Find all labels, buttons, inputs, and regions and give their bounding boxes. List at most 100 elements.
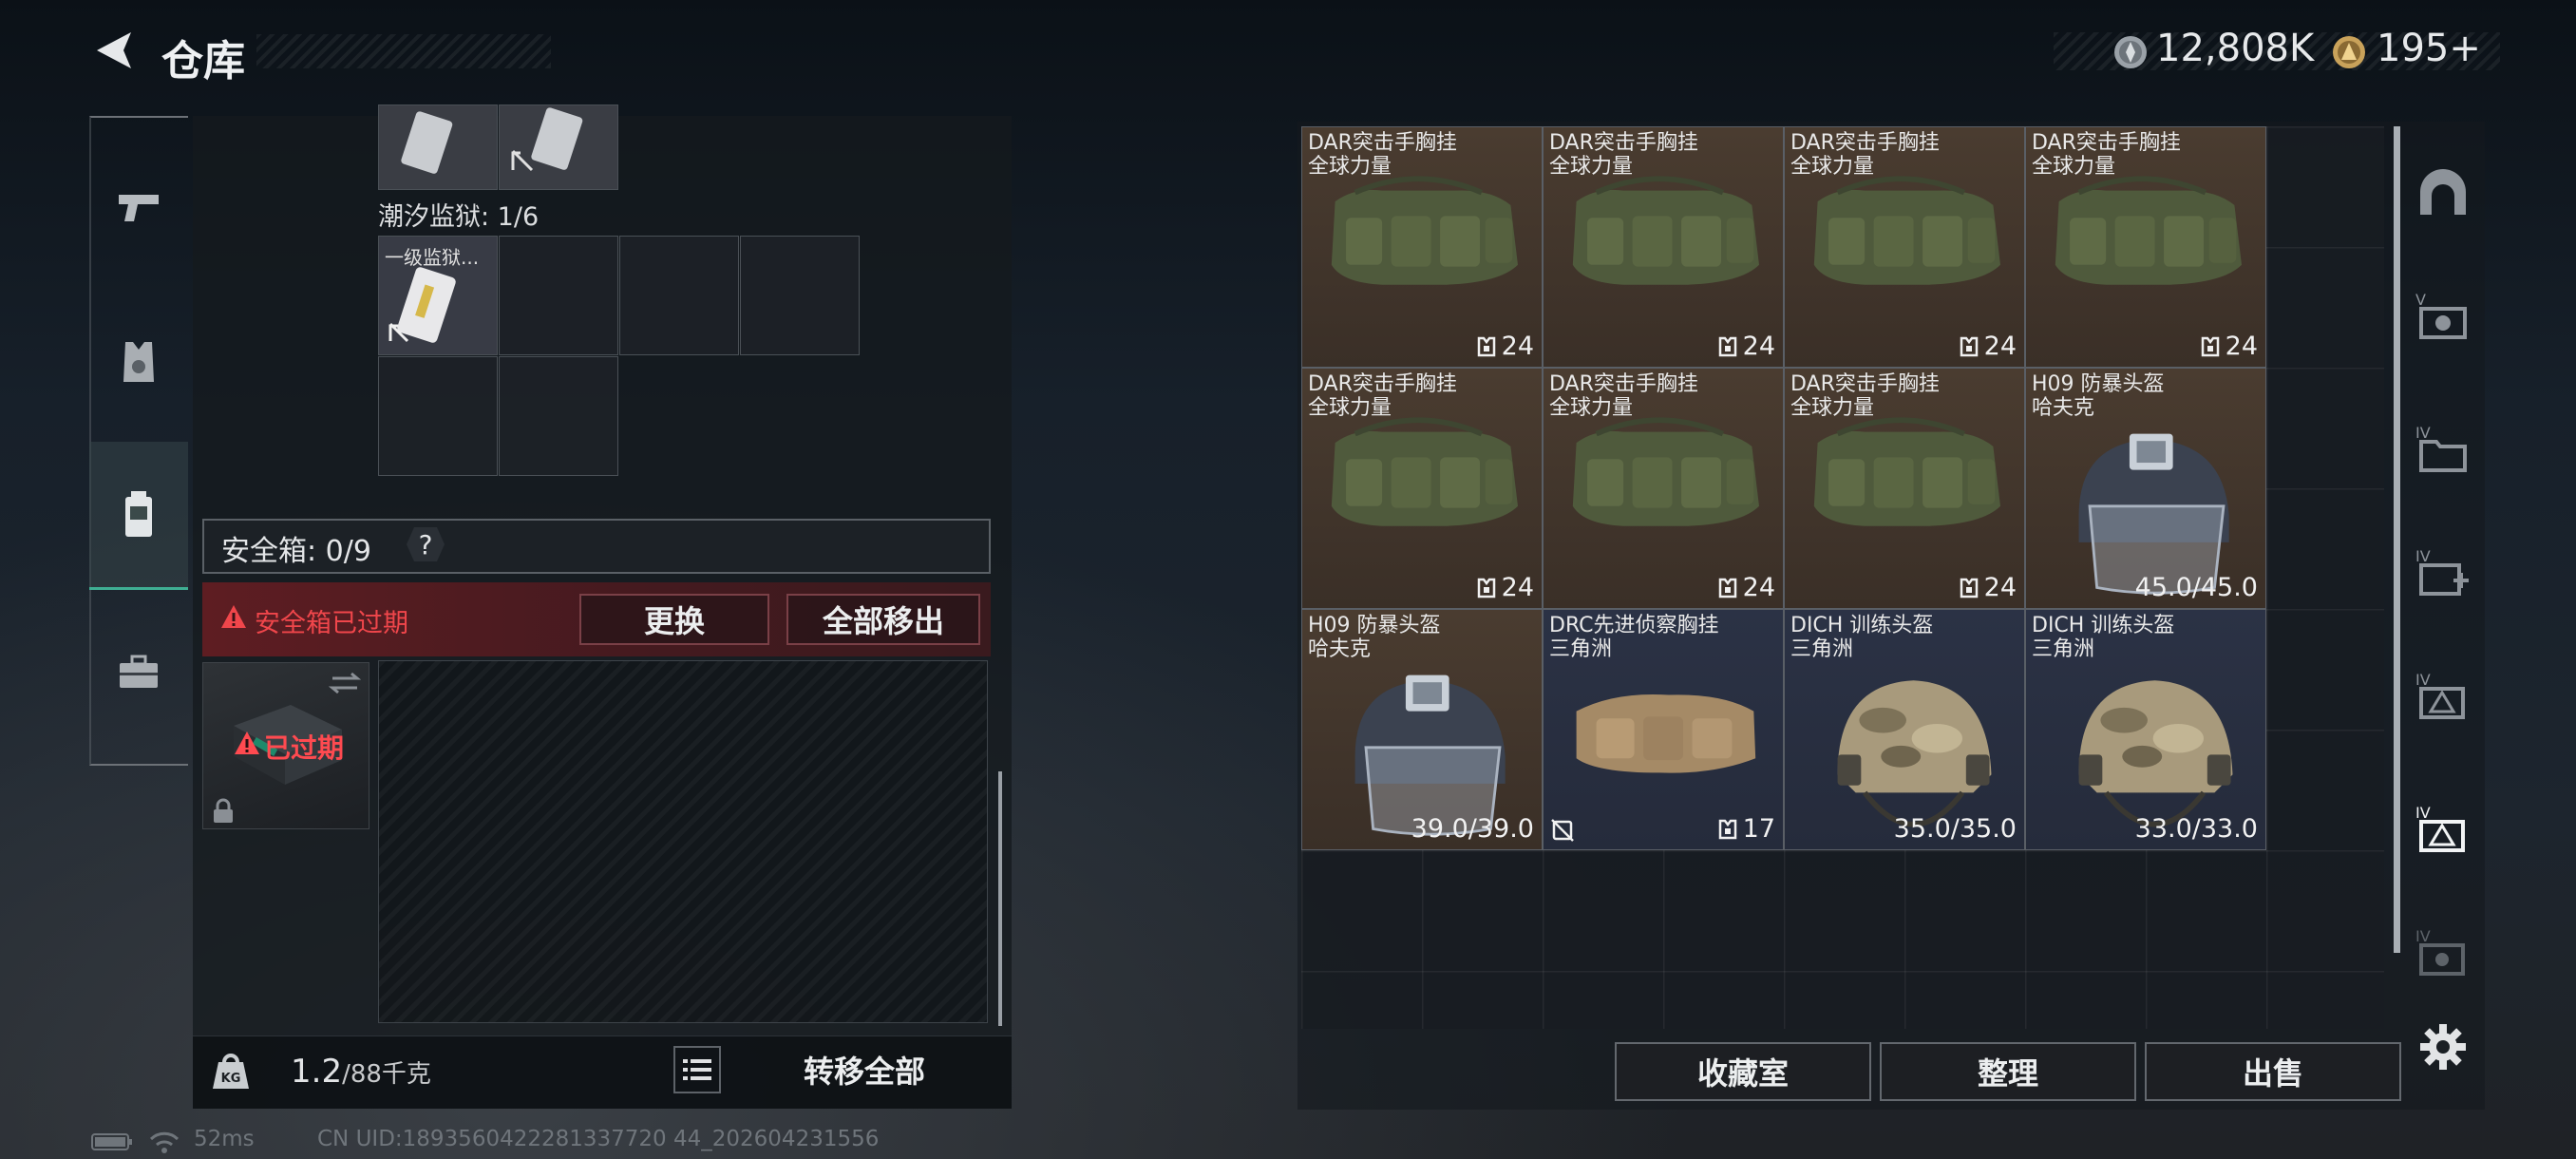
stash-item[interactable]: DAR突击手胸挂 全球力量 24 [1543,368,1784,609]
silver-coin-icon [2114,36,2147,68]
triangle-iv-active-icon: IV [2415,804,2465,852]
settings-button[interactable] [2409,1013,2477,1081]
list-view-button[interactable] [673,1046,721,1093]
swap-icon[interactable] [329,671,361,695]
item-name: DAR突击手胸挂 全球力量 [1308,372,1457,420]
item-title: DICH 训练头盔 [2032,614,2175,637]
gold-coin-icon [2333,36,2365,68]
svg-text:IV: IV [2415,671,2431,689]
grid-slot[interactable] [499,236,618,355]
grid-slot[interactable] [619,236,739,355]
item-brand: 全球力量 [1790,396,1875,420]
side-tab-triangle[interactable]: IV [2409,661,2477,730]
page-title: 仓库 [161,37,245,86]
item-value: 39.0/39.0 [1411,814,1534,844]
grid-slot-key[interactable]: 一级监狱... [378,236,498,355]
chest-rig-icon [1572,176,1759,285]
chest-rig-icon [1813,176,2000,285]
grid-slot[interactable] [378,356,498,476]
svg-text:IV: IV [2415,927,2431,945]
capacity-icon [1960,336,1978,356]
grid-slot[interactable] [499,356,618,476]
stash-item[interactable]: H09 防暴头盔 哈夫克 45.0/45.0 [2025,368,2266,609]
item-title: DAR突击手胸挂 [1308,131,1457,155]
triangle-iv-icon: IV [2415,671,2465,719]
helmet-icon [1354,674,1506,836]
no-trade-icon [1551,819,1574,842]
item-name: DRC先进侦察胸挂 三角洲 [1549,614,1719,661]
item-title: DRC先进侦察胸挂 [1549,614,1719,637]
max-weight: /88千克 [342,1060,431,1089]
briefcase-icon [120,655,158,688]
tab-armor[interactable] [89,310,188,414]
side-tab-storage[interactable]: V [2409,281,2477,350]
stash-item[interactable]: DAR突击手胸挂 全球力量 24 [1784,126,2025,368]
armor-vest-icon [123,342,154,382]
item-value: 24 [1958,332,2017,361]
remove-all-button[interactable]: 全部移出 [786,594,980,645]
helmet-icon [1837,680,1992,827]
stash-item[interactable]: H09 防暴头盔 哈夫克 39.0/39.0 [1301,609,1543,850]
capacity-icon [1718,578,1736,598]
stash-item[interactable]: DICH 训练头盔 三角洲 35.0/35.0 [1784,609,2025,850]
grid-slot[interactable] [499,104,618,190]
item-brand: 哈夫克 [2032,396,2095,420]
capacity-icon [2201,336,2219,356]
capacity-icon [1718,819,1736,839]
side-tab-ammo[interactable]: IV [2409,918,2477,986]
stash-item[interactable]: DAR突击手胸挂 全球力量 24 [1784,368,2025,609]
item-value: 24 [1716,332,1775,361]
back-arrow-icon[interactable] [87,27,137,74]
sort-button[interactable]: 整理 [1880,1042,2136,1101]
side-tab-medkit[interactable]: IV [2409,538,2477,606]
storage-v-icon: V [2415,291,2467,339]
tab-weapons[interactable] [89,154,188,258]
stash-item[interactable]: DAR突击手胸挂 全球力量 24 [1301,368,1543,609]
gold-currency-value[interactable]: 195+ [2377,27,2481,70]
svg-text:IV: IV [2415,547,2431,565]
item-name: DAR突击手胸挂 全球力量 [1790,131,1940,179]
grid-slot[interactable] [740,236,860,355]
transfer-all-button[interactable]: 转移全部 [731,1039,997,1100]
case-expired-label: 已过期 [264,732,345,764]
tab-briefcase[interactable] [89,619,188,724]
item-value-text: 24 [1501,573,1534,602]
weight-value: 1.2/88千克 [291,1053,431,1091]
item-value-text: 24 [1501,332,1534,361]
side-tab-bunker[interactable] [2409,158,2477,226]
stash-item[interactable]: DAR突击手胸挂 全球力量 24 [1543,126,1784,368]
item-value-text: 33.0/33.0 [2134,814,2258,844]
item-name: DAR突击手胸挂 全球力量 [1308,131,1457,179]
item-value-text: 24 [1742,332,1775,361]
svg-text:IV: IV [2415,424,2431,442]
side-tab-folder[interactable]: IV [2409,414,2477,483]
capacity-icon [1718,336,1736,356]
item-brand: 全球力量 [1549,155,1634,179]
stash-item[interactable]: DRC先进侦察胸挂 三角洲 17 [1543,609,1784,850]
title-underline [256,34,551,68]
item-value-text: 39.0/39.0 [1411,814,1534,844]
item-brand: 三角洲 [1549,637,1613,661]
stash-items: DAR突击手胸挂 全球力量 24 DAR突击手胸挂 全球力量 24 DAR突击手胸挂 全球力量… [1301,126,2270,850]
grid-slot[interactable] [378,104,498,190]
stash-item[interactable]: DAR突击手胸挂 全球力量 24 [2025,126,2266,368]
wifi-icon [149,1131,180,1153]
lock-icon [214,798,233,823]
item-name: DAR突击手胸挂 全球力量 [2032,131,2181,179]
sell-button[interactable]: 出售 [2145,1042,2401,1101]
left-scrollbar[interactable] [998,771,1002,1026]
safebox-help-button[interactable]: ? [407,527,445,561]
stash-item[interactable]: DAR突击手胸挂 全球力量 24 [1301,126,1543,368]
stash-item[interactable]: DICH 训练头盔 三角洲 33.0/33.0 [2025,609,2266,850]
item-value: 35.0/35.0 [1894,814,2017,844]
item-title: H09 防暴头盔 [1308,614,1441,637]
item-title: DAR突击手胸挂 [1549,131,1698,155]
item-value-text: 24 [1983,573,2017,602]
replace-button[interactable]: 更换 [579,594,769,645]
stash-scrollbar[interactable] [2394,126,2400,953]
collection-room-button[interactable]: 收藏室 [1615,1042,1871,1101]
side-tab-triangle-active[interactable]: IV [2409,794,2477,863]
backpack-icon [125,490,152,537]
tab-backpack[interactable] [89,442,188,590]
chest-rig-icon [1813,417,2000,526]
